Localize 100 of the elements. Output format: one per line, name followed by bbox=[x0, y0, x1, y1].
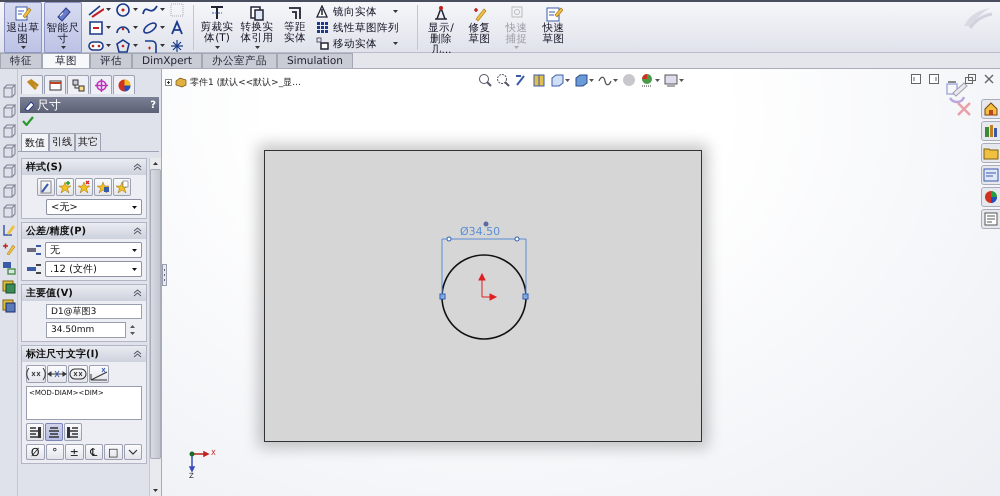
caret-icon[interactable] bbox=[133, 44, 138, 47]
command-tab[interactable]: DimXpert bbox=[132, 53, 202, 68]
restore-icon[interactable] bbox=[965, 74, 976, 84]
symbol-button[interactable]: ± bbox=[65, 444, 84, 460]
caret-icon[interactable] bbox=[160, 26, 165, 29]
ribbon-button[interactable]: 剪裁实体(T) bbox=[198, 2, 236, 53]
zoom-fit-icon[interactable] bbox=[478, 73, 492, 87]
caret-icon[interactable] bbox=[106, 8, 111, 11]
zoom-area-icon[interactable] bbox=[496, 73, 510, 87]
caret-icon[interactable] bbox=[106, 44, 111, 47]
ribbon-link[interactable]: 线性草图阵列 bbox=[333, 20, 399, 34]
symbol-button[interactable]: ° bbox=[46, 444, 64, 460]
add-style-button[interactable] bbox=[56, 178, 74, 196]
caret-icon[interactable] bbox=[132, 268, 137, 270]
caret-icon[interactable] bbox=[679, 78, 684, 82]
command-tab[interactable]: 评估 bbox=[90, 53, 132, 68]
ribbon-link[interactable]: 镜向实体 bbox=[333, 4, 377, 18]
point-icon[interactable] bbox=[169, 38, 185, 54]
ok-checkmark-icon[interactable] bbox=[22, 116, 34, 126]
add-parentheses-button[interactable] bbox=[26, 365, 46, 383]
part-tree-label[interactable]: 零件1 (默认<<默认>_显... bbox=[190, 76, 301, 89]
center-text-button[interactable] bbox=[47, 365, 67, 383]
command-tab[interactable]: 草图 bbox=[42, 53, 90, 68]
appearance-icon[interactable] bbox=[981, 187, 1000, 207]
offset-text-button[interactable] bbox=[89, 365, 109, 383]
scrollbar-thumb[interactable] bbox=[150, 169, 161, 459]
viewport-left-icon[interactable] bbox=[911, 74, 921, 84]
text-icon[interactable] bbox=[169, 20, 185, 36]
symbol-button[interactable]: Ø bbox=[26, 444, 44, 460]
caret-icon[interactable] bbox=[153, 489, 158, 492]
cube-icon[interactable] bbox=[2, 143, 16, 158]
view-settings-icon[interactable] bbox=[664, 73, 678, 87]
panel-tab[interactable] bbox=[113, 75, 135, 94]
viewport-right-icon[interactable] bbox=[929, 74, 939, 84]
command-tab[interactable]: 特征 bbox=[0, 53, 42, 68]
layer-icon[interactable] bbox=[2, 280, 16, 294]
pencil-plus-icon[interactable] bbox=[2, 242, 16, 256]
caret-icon[interactable] bbox=[132, 248, 137, 252]
splitter-handle[interactable] bbox=[162, 264, 167, 286]
panel-tab[interactable]: 其它 bbox=[75, 133, 101, 151]
caret-icon[interactable] bbox=[106, 26, 111, 29]
scene-icon[interactable] bbox=[640, 73, 654, 87]
relation-icon[interactable] bbox=[2, 261, 16, 275]
expand-icon[interactable] bbox=[165, 79, 172, 86]
folder-icon[interactable] bbox=[981, 143, 1000, 163]
caret-icon[interactable] bbox=[613, 78, 618, 82]
panel-tab[interactable]: 数值 bbox=[21, 133, 49, 151]
caret-icon[interactable] bbox=[393, 10, 398, 13]
cube-icon[interactable] bbox=[2, 203, 16, 218]
caret-icon[interactable] bbox=[20, 46, 26, 49]
cube-icon[interactable] bbox=[2, 83, 16, 98]
ellipse-icon[interactable] bbox=[142, 20, 158, 36]
command-tab[interactable]: 办公室产品 bbox=[202, 53, 277, 68]
polygon-icon[interactable] bbox=[115, 38, 131, 54]
ribbon-button[interactable]: 转换实体引用 bbox=[238, 2, 276, 53]
dimension-name-field[interactable]: D1@草图3 bbox=[46, 304, 142, 319]
caret-icon[interactable] bbox=[565, 78, 570, 82]
tolerance-dropdown[interactable]: 无 bbox=[45, 242, 142, 258]
more-symbols-button[interactable] bbox=[124, 444, 142, 460]
caret-icon[interactable] bbox=[655, 78, 660, 82]
align-button[interactable] bbox=[45, 423, 63, 441]
custom-properties-icon[interactable] bbox=[981, 209, 1000, 229]
collapse-icon[interactable] bbox=[133, 163, 142, 171]
layer-icon[interactable] bbox=[2, 299, 16, 313]
rebuild-sketch-icon[interactable] bbox=[944, 81, 970, 105]
cube-icon[interactable] bbox=[2, 123, 16, 138]
style-update-button[interactable] bbox=[37, 178, 55, 196]
section-view-icon[interactable] bbox=[532, 73, 546, 87]
caret-icon[interactable] bbox=[160, 8, 165, 11]
inspection-button[interactable] bbox=[68, 365, 88, 383]
ribbon-button[interactable]: 修复草图 bbox=[462, 2, 497, 53]
help-button[interactable]: ? bbox=[150, 100, 156, 110]
caret-icon[interactable] bbox=[60, 46, 66, 49]
drag-handle-icon[interactable] bbox=[483, 221, 489, 227]
command-tab[interactable]: Simulation bbox=[276, 53, 353, 68]
panel-tab[interactable] bbox=[67, 75, 89, 94]
ribbon-button[interactable]: 退出草图 bbox=[4, 2, 42, 53]
align-button[interactable] bbox=[64, 423, 82, 441]
scroll-up-icon[interactable] bbox=[153, 162, 158, 165]
caret-icon[interactable] bbox=[160, 44, 165, 47]
panel-tab[interactable]: 引线 bbox=[49, 133, 75, 151]
grid-icon[interactable] bbox=[169, 2, 185, 18]
caret-icon[interactable] bbox=[133, 8, 138, 11]
collapse-icon[interactable] bbox=[133, 227, 142, 235]
caret-icon[interactable] bbox=[214, 46, 220, 49]
align-button[interactable] bbox=[26, 423, 44, 441]
symbol-button[interactable]: ℄ bbox=[84, 444, 103, 460]
view-palette-icon[interactable] bbox=[981, 165, 1000, 185]
library-icon[interactable] bbox=[981, 121, 1000, 141]
spinner-icon[interactable] bbox=[129, 324, 136, 336]
display-style-icon[interactable] bbox=[574, 73, 588, 87]
dimension-line[interactable] bbox=[440, 235, 528, 298]
cube-icon[interactable] bbox=[2, 103, 16, 118]
load-style-button[interactable] bbox=[113, 178, 131, 196]
caret-icon[interactable] bbox=[589, 78, 594, 82]
style-dropdown[interactable]: <无> bbox=[46, 199, 142, 215]
collapse-icon[interactable] bbox=[133, 289, 142, 297]
panel-tab[interactable] bbox=[44, 75, 66, 94]
circle-icon[interactable] bbox=[115, 2, 131, 18]
ribbon-button[interactable]: 等距实体 bbox=[278, 2, 312, 53]
